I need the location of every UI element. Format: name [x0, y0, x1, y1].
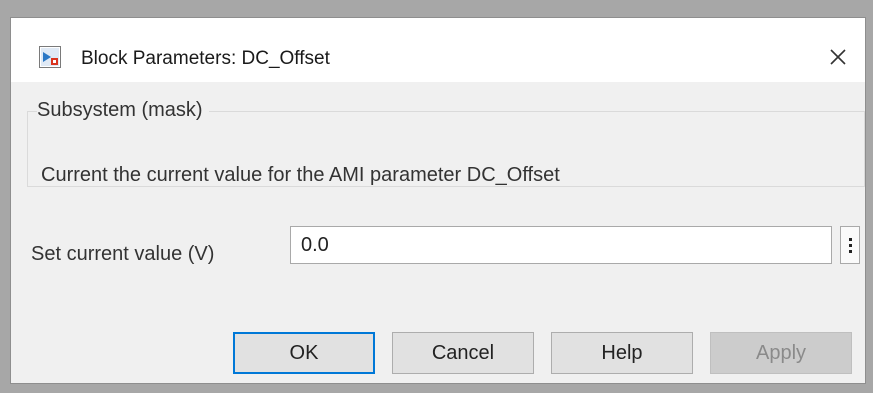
window-title: Block Parameters: DC_Offset — [81, 48, 330, 69]
groupbox-title: Subsystem (mask) — [37, 99, 209, 122]
vertical-ellipsis-icon — [848, 237, 852, 241]
help-button[interactable]: Help — [551, 332, 693, 374]
block-parameters-dialog: Block Parameters: DC_Offset Subsystem (m… — [10, 17, 866, 384]
more-options-button[interactable] — [840, 226, 860, 264]
title-bar: Block Parameters: DC_Offset — [11, 18, 865, 82]
parameter-label: Set current value (V) — [31, 243, 215, 265]
close-icon — [830, 49, 846, 65]
ok-button[interactable]: OK — [233, 332, 375, 374]
simulink-block-icon — [39, 46, 61, 68]
mask-description: Current the current value for the AMI pa… — [41, 164, 560, 186]
current-value-input[interactable] — [290, 226, 832, 264]
apply-button[interactable]: Apply — [710, 332, 852, 374]
cancel-button[interactable]: Cancel — [392, 332, 534, 374]
close-button[interactable] — [821, 40, 855, 74]
